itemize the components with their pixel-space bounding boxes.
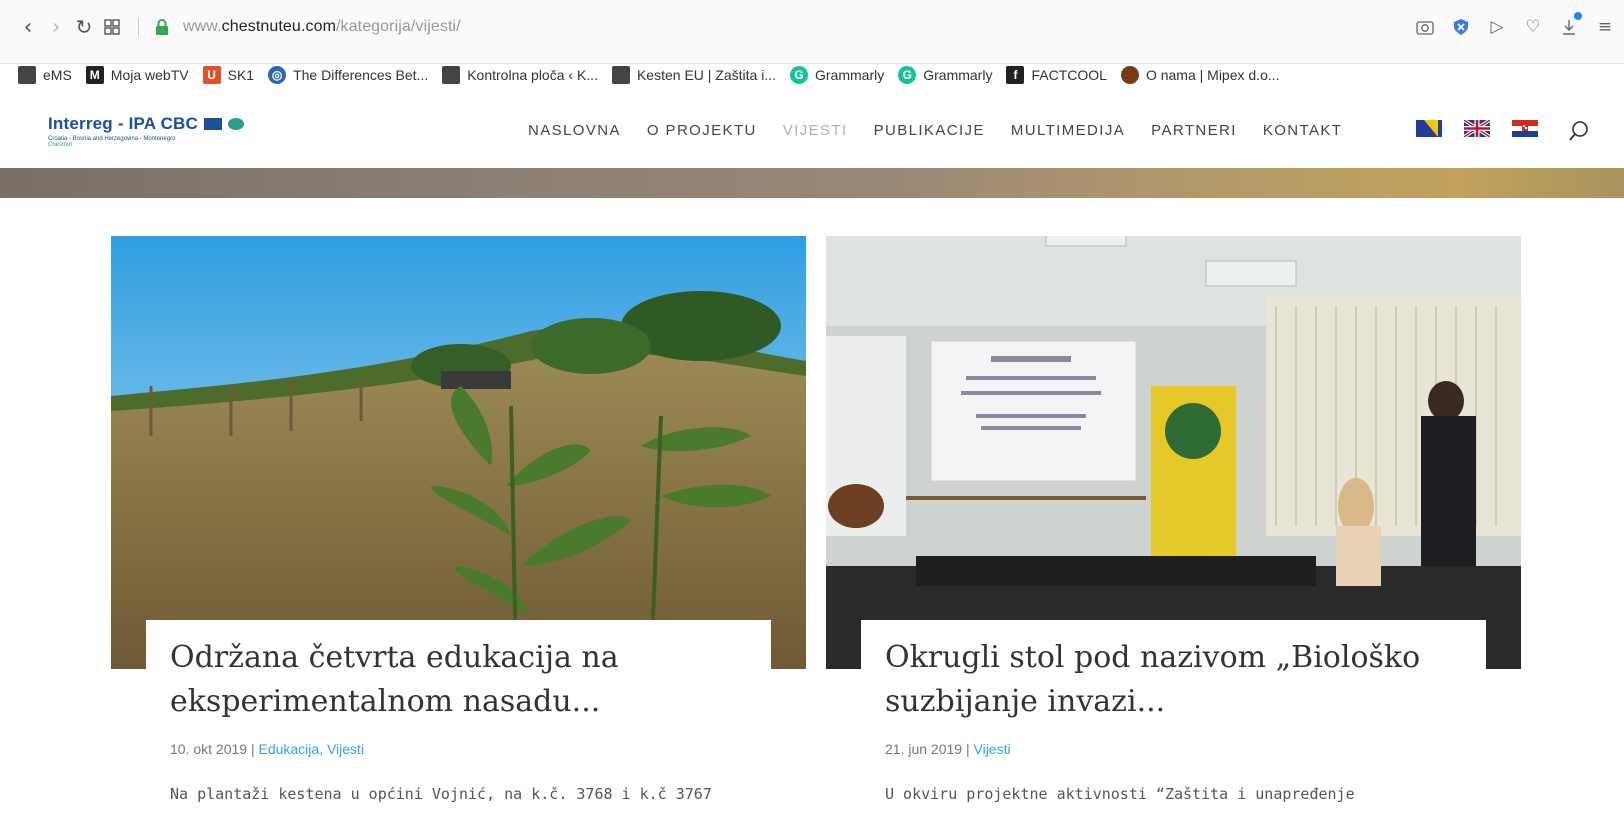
category-link-edukacija[interactable]: Edukacija [258,741,319,757]
post-card [111,236,806,669]
post-meta: 10. okt 2019 | Edukacija, Vijesti [170,741,365,757]
menu-item-multimedija[interactable]: MULTIMEDIJA [1011,122,1125,139]
f-icon: f [1006,66,1025,84]
bookmark-sk1[interactable]: U SK1 [202,66,254,84]
bookmark-grammarly-2[interactable]: G Grammarly [898,66,992,84]
chestnut-icon [1120,66,1139,84]
language-flags [1416,120,1538,137]
bosnia-flag-icon[interactable] [1416,120,1442,137]
post-title[interactable]: Okrugli stol pod nazivom „Biološko suzbi… [885,636,1420,724]
site-logo[interactable]: Interreg - IPA CBC Croatia - Bosnia and … [48,114,268,156]
forward-icon[interactable]: › [42,13,70,41]
bookmark-kontrolna-ploca[interactable]: Kontrolna ploča ‹ K... [442,66,598,84]
back-icon[interactable]: ‹ [14,13,42,41]
page-icon [611,66,630,84]
category-link-vijesti[interactable]: Vijesti [974,741,1011,757]
page-icon [442,66,461,84]
post-image-chestnut-plantation[interactable] [111,236,806,669]
search-icon[interactable] [1568,120,1590,142]
uk-flag-icon[interactable] [1464,120,1490,137]
category-link-vijesti[interactable]: Vijesti [327,741,364,757]
globe-icon: ◎ [268,66,287,84]
lock-icon[interactable] [151,16,173,38]
bookmark-kesten-eu[interactable]: Kesten EU | Zaštita i... [611,66,776,84]
post-excerpt: U okviru projektne aktivnosti “Zaštita i… [885,785,1355,803]
shield-icon[interactable] [1450,16,1472,38]
bookmarks-bar: eMS M Moja webTV U SK1 ◎ The Differences Be… [0,60,1624,90]
post-card [826,236,1521,669]
menu-item-kontakt[interactable]: KONTAKT [1263,122,1343,139]
page-icon [18,66,36,84]
eu-flag-icon [204,118,223,130]
toolbar-divider [138,17,139,37]
menu-item-o-projektu[interactable]: O PROJEKTU [647,122,757,139]
sk1-icon: U [202,66,221,84]
camera-icon[interactable] [1414,16,1436,38]
reload-icon[interactable]: ↻ [70,13,98,41]
grammarly-icon: G [790,66,808,84]
speed-dial-icon[interactable] [98,13,126,41]
hero-image-strip [0,168,1624,198]
send-icon[interactable]: ▷ [1486,16,1508,38]
main-menu: NASLOVNA O PROJEKTU VIJESTI PUBLIKACIJE … [528,122,1342,139]
address-row: ‹ › ↻ www.chestnuteu.com/kategorija/vije… [0,12,1624,42]
bookmark-grammarly-1[interactable]: G Grammarly [790,66,884,84]
address-bar[interactable]: www.chestnuteu.com/kategorija/vijesti/ [183,18,461,36]
post-excerpt: Na plantaži kestena u općini Vojnić, na … [170,785,712,803]
toolbar-right-icons: ▷ ♡ ≡ [1414,12,1624,42]
menu-item-naslovna[interactable]: NASLOVNA [528,122,621,139]
bookmark-moja-webtv[interactable]: M Moja webTV [85,66,189,84]
menu-item-partneri[interactable]: PARTNERI [1151,122,1237,139]
post-image-round-table[interactable] [826,236,1521,669]
post-title[interactable]: Održana četvrta edukacija na eksperiment… [170,636,619,724]
download-icon[interactable] [1558,12,1582,38]
bookmark-ems[interactable]: eMS [18,66,72,84]
bookmark-mipex[interactable]: O nama | Mipex d.o... [1120,66,1280,84]
bookmark-differences[interactable]: ◎ The Differences Bet... [268,66,428,84]
mw-icon: M [85,66,104,84]
site-header: Interreg - IPA CBC Croatia - Bosnia and … [0,92,1624,168]
post-meta: 21. jun 2019 | Vijesti [885,741,1011,757]
menu-item-vijesti[interactable]: VIJESTI [783,122,848,139]
menu-item-publikacije[interactable]: PUBLIKACIJE [874,122,985,139]
chestnut-logo-icon [228,118,245,130]
browser-toolbar: ‹ › ↻ www.chestnuteu.com/kategorija/vije… [0,0,1624,84]
heart-icon[interactable]: ♡ [1522,16,1544,38]
grammarly-icon: G [898,66,917,84]
bookmark-factcool[interactable]: f FACTCOOL [1006,66,1107,84]
croatia-flag-icon[interactable] [1512,120,1538,137]
menu-icon[interactable]: ≡ [1594,16,1616,38]
